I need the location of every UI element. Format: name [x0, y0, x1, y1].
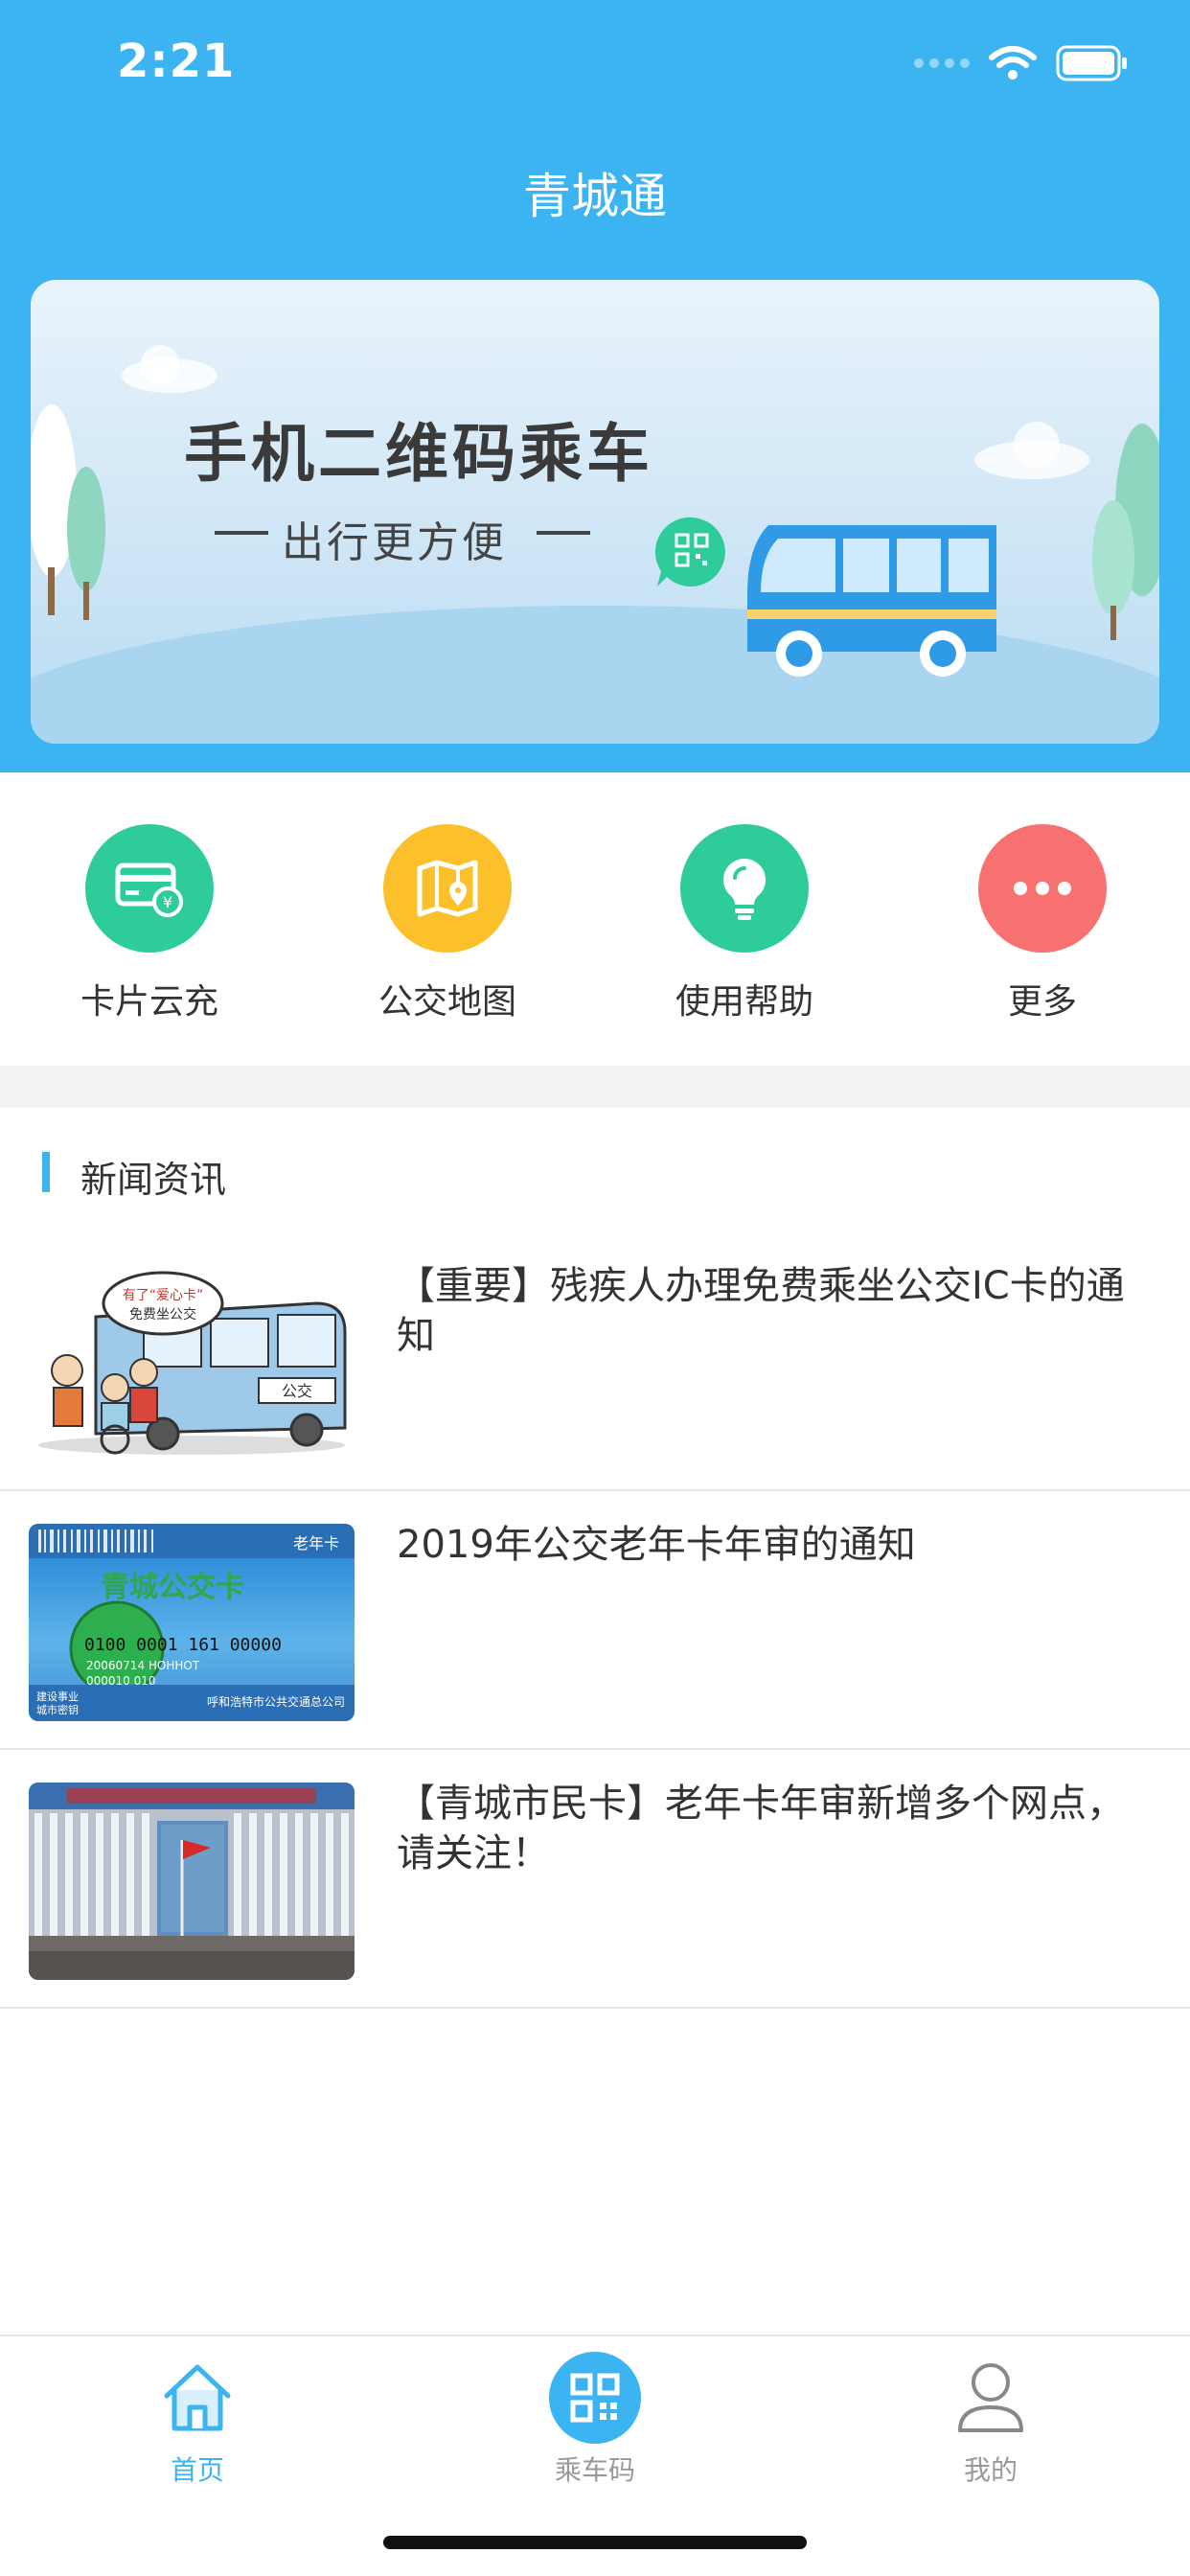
more-icon — [978, 824, 1107, 953]
action-label: 公交地图 — [378, 982, 516, 1022]
svg-text:¥: ¥ — [163, 893, 172, 911]
lightbulb-icon — [680, 824, 809, 953]
user-icon — [876, 2350, 1106, 2446]
action-label: 使用帮助 — [675, 982, 813, 1022]
card-footer-text: 建设事业 — [36, 1690, 79, 1703]
action-more[interactable]: 更多 — [937, 824, 1148, 1024]
map-icon — [383, 824, 512, 953]
news-item-title: 【重要】残疾人办理免费乘坐公交IC卡的通知 — [397, 1264, 1125, 1358]
tab-mine[interactable]: 我的 — [876, 2350, 1106, 2488]
action-help[interactable]: 使用帮助 — [639, 824, 850, 1024]
bus-icon — [747, 525, 996, 677]
action-label: 卡片云充 — [80, 982, 218, 1022]
building-photo-image — [29, 1782, 355, 1980]
banner-subtitle: 出行更方便 — [282, 518, 507, 567]
news-section-title: 新闻资讯 — [80, 1159, 227, 1201]
cloud-icon — [974, 422, 1089, 479]
action-bus-map[interactable]: 公交地图 — [342, 824, 553, 1024]
bus-sign-text: 公交 — [282, 1382, 312, 1400]
status-time: 2:21 — [117, 34, 236, 88]
card-date-text: 20060714 HOHHOT — [86, 1659, 200, 1672]
tab-home[interactable]: 首页 — [82, 2350, 312, 2488]
banner-title: 手机二维码乘车 — [184, 417, 653, 491]
status-icons — [914, 42, 1129, 84]
tab-label: 我的 — [963, 2454, 1018, 2486]
home-icon — [82, 2350, 312, 2446]
banner-dash — [215, 531, 268, 535]
signal-icon — [914, 58, 970, 68]
section-accent-bar — [42, 1152, 50, 1192]
card-name-text: 青城公交卡 — [101, 1571, 244, 1604]
card-footer-text: 城市密钥 — [36, 1703, 79, 1716]
tab-ride-code[interactable]: 乘车码 — [480, 2350, 710, 2488]
bus-cartoon-image: 公交 有了“爱心卡” 免费坐公交 — [29, 1265, 355, 1462]
card-recharge-icon: ¥ — [85, 824, 214, 953]
wifi-icon — [989, 46, 1037, 80]
home-indicator[interactable] — [383, 2536, 807, 2549]
banner[interactable]: 手机二维码乘车 出行更方便 — [31, 280, 1159, 744]
qr-code-icon — [480, 2350, 710, 2446]
news-item[interactable]: 【青城市民卡】老年卡年审新增多个网点，请关注！ — [0, 1750, 1190, 2009]
tree-icon — [31, 404, 105, 620]
quick-actions: ¥ 卡片云充 公交地图 使用帮助 更多 — [0, 772, 1190, 1066]
action-label: 更多 — [1007, 982, 1077, 1022]
speech-bubble-text: 有了“爱心卡” — [123, 1288, 204, 1303]
tab-label: 首页 — [170, 2454, 224, 2486]
header: 2:21 青城通 手机二维码乘车 出行更方便 — [0, 0, 1190, 772]
tab-label: 乘车码 — [554, 2454, 635, 2486]
battery-icon — [1056, 45, 1127, 81]
section-divider — [0, 1066, 1190, 1108]
card-issuer-text: 呼和浩特市公共交通总公司 — [207, 1694, 345, 1709]
news-item-title: 【青城市民卡】老年卡年审新增多个网点，请关注！ — [397, 1782, 1125, 1875]
tree-icon — [1092, 424, 1159, 640]
page-title: 青城通 — [523, 169, 667, 224]
banner-dash — [537, 531, 590, 535]
news-item[interactable]: 老年卡 青城公交卡 0100 0001 161 00000 20060714 H… — [0, 1491, 1190, 1750]
speech-bubble-text: 免费坐公交 — [129, 1306, 196, 1322]
cloud-icon — [122, 345, 217, 393]
bus-card-image: 老年卡 青城公交卡 0100 0001 161 00000 20060714 H… — [29, 1524, 355, 1721]
news-item-title: 2019年公交老年卡年审的通知 — [397, 1523, 916, 1567]
news-header: 新闻资讯 — [0, 1108, 1190, 1232]
card-type-text: 老年卡 — [293, 1534, 339, 1552]
qr-bubble-icon — [654, 517, 725, 586]
action-card-recharge[interactable]: ¥ 卡片云充 — [44, 824, 255, 1024]
news-item[interactable]: 公交 有了“爱心卡” 免费坐公交 【重要】残疾人办理免费乘坐公交IC卡的通知 — [0, 1232, 1190, 1491]
card-number-text: 0100 0001 161 00000 — [84, 1635, 282, 1655]
